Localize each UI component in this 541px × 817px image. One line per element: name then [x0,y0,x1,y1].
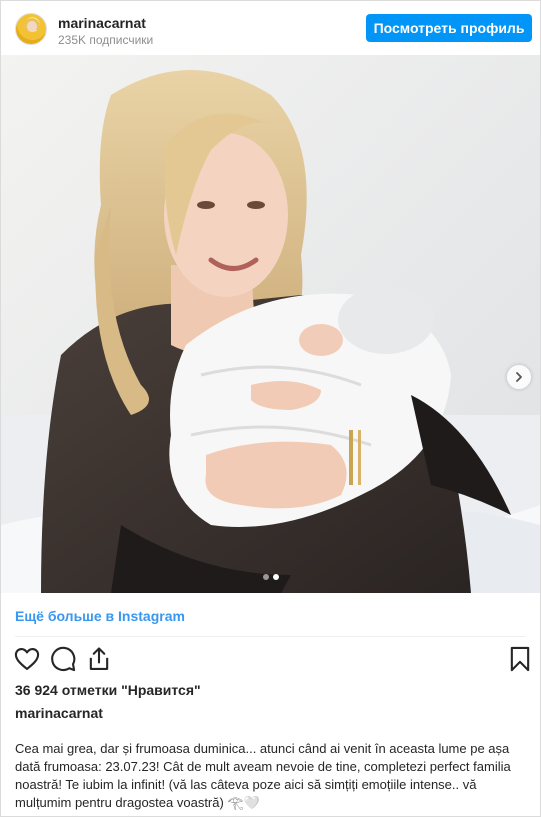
post-image [1,55,540,593]
instagram-embed: marinacarnat 235K подписчики Посмотреть … [0,0,541,817]
caption-text: Cea mai grea, dar și frumoasa duminica..… [15,741,511,810]
avatar-face [27,21,37,32]
carousel-dot [262,574,269,580]
caption-username[interactable]: marinacarnat [15,705,103,721]
follower-count: 235K подписчики [58,33,154,47]
carousel-dots [1,574,540,580]
likes-count[interactable]: 36 924 отметки "Нравится" [15,682,201,698]
avatar[interactable] [15,13,47,45]
heart-icon[interactable] [13,645,41,673]
more-on-instagram-link[interactable]: Ещё больше в Instagram [15,608,185,624]
post-header: marinacarnat 235K подписчики Посмотреть … [1,1,540,55]
post-photo[interactable] [1,55,540,593]
action-bar [1,643,540,675]
header-username[interactable]: marinacarnat [58,15,146,31]
share-icon[interactable] [85,645,113,673]
divider [15,636,526,637]
bookmark-icon[interactable] [506,645,534,673]
comment-icon[interactable] [49,645,77,673]
carousel-next-button[interactable] [507,365,531,389]
carousel-dot-active [272,574,279,580]
view-profile-button[interactable]: Посмотреть профиль [366,14,532,42]
chevron-right-icon [516,372,522,382]
